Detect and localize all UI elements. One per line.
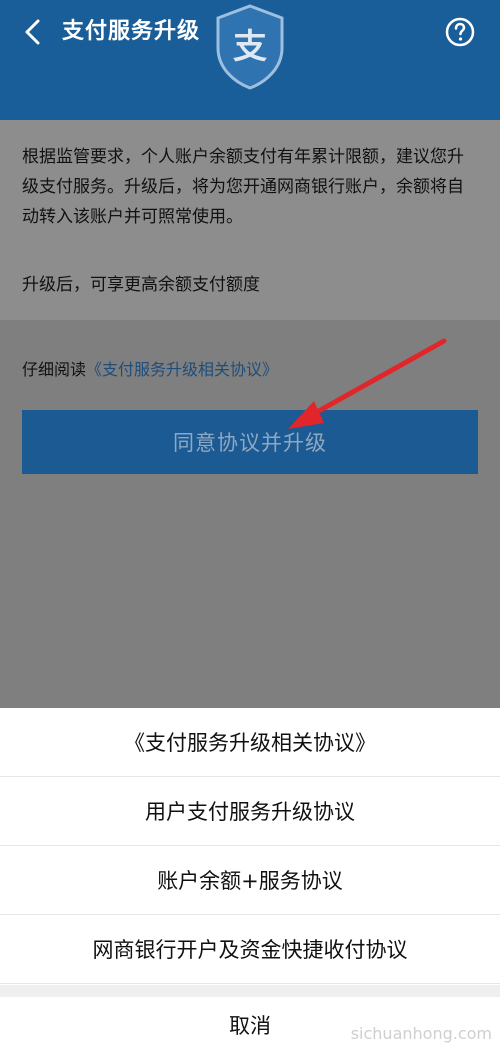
shield-logo-icon: 支 bbox=[214, 4, 286, 90]
sheet-item-agreements-title[interactable]: 《支付服务升级相关协议》 bbox=[0, 708, 500, 777]
page-title: 支付服务升级 bbox=[62, 19, 201, 44]
sheet-item-mybank-agreement[interactable]: 网商银行开户及资金快捷收付协议 bbox=[0, 915, 500, 984]
upgrade-description: 根据监管要求，个人账户余额支付有年累计限额，建议您升级支付服务。升级后，将为您开… bbox=[22, 147, 464, 227]
header-bar: 支付服务升级 支 bbox=[0, 0, 500, 120]
agreement-link[interactable]: 《支付服务升级相关协议》 bbox=[86, 360, 278, 379]
sheet-divider bbox=[0, 985, 500, 997]
back-chevron-icon[interactable] bbox=[14, 14, 50, 50]
benefit-text: 升级后，可享更高余额支付额度 bbox=[22, 275, 260, 295]
watermark-text: sichuanhong.com bbox=[350, 1024, 492, 1043]
logo-char: 支 bbox=[233, 27, 267, 67]
question-circle-icon[interactable] bbox=[444, 16, 476, 48]
red-arrow-icon bbox=[288, 338, 447, 429]
sheet-item-balance-plus-agreement[interactable]: 账户余额+服务协议 bbox=[0, 846, 500, 915]
sheet-item-user-upgrade-agreement[interactable]: 用户支付服务升级协议 bbox=[0, 777, 500, 846]
read-prefix: 仔细阅读 bbox=[22, 360, 87, 379]
